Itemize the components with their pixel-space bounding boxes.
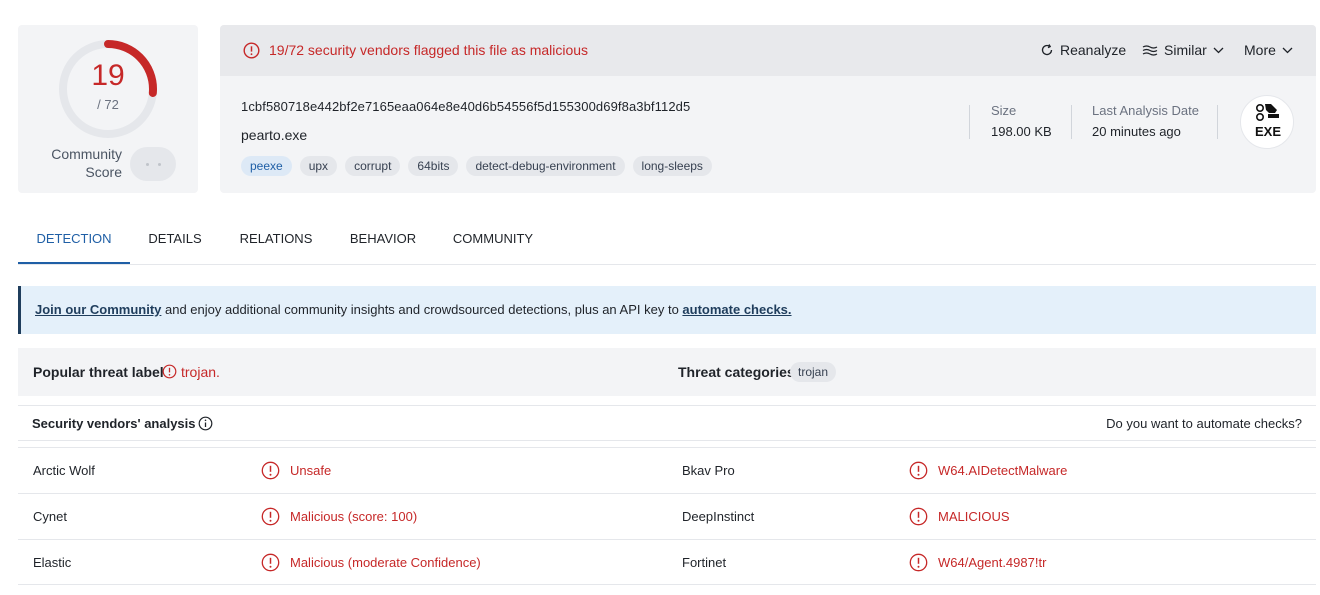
alert-circle-icon: [243, 42, 260, 59]
file-tag[interactable]: detect-debug-environment: [466, 156, 625, 176]
threat-categories-label: Threat categories: [678, 364, 795, 380]
table-row: Cynet Malicious (score: 100) DeepInstinc…: [18, 493, 1316, 539]
vendor-result: Unsafe: [290, 463, 332, 478]
vendor-result: MALICIOUS: [938, 509, 1010, 524]
join-community-link[interactable]: Join our Community: [35, 302, 161, 317]
chevron-down-icon: [1282, 47, 1293, 53]
vendor-result: W64/Agent.4987!tr: [938, 555, 1047, 570]
reanalyze-button[interactable]: Reanalyze: [1040, 42, 1126, 58]
similar-button[interactable]: Similar: [1142, 42, 1224, 58]
community-banner: Join our Community and enjoy additional …: [18, 286, 1316, 334]
last-analysis-value: 20 minutes ago: [1092, 124, 1181, 139]
file-summary-panel: 19/72 security vendors flagged this file…: [220, 25, 1316, 193]
vendor-result: Malicious (score: 100): [290, 509, 418, 524]
file-tag[interactable]: corrupt: [345, 156, 401, 176]
threat-category-tag[interactable]: trojan: [790, 362, 837, 382]
last-analysis-label: Last Analysis Date: [1092, 103, 1199, 118]
vendor-name: Fortinet: [682, 555, 727, 570]
vendor-name: Cynet: [33, 509, 67, 524]
vendor-name: Elastic: [33, 555, 72, 570]
file-name: pearto.exe: [241, 127, 308, 143]
table-row: Elastic Malicious (moderate Confidence) …: [18, 539, 1316, 585]
file-type-label: EXE: [1254, 124, 1281, 139]
vendor-result: Malicious (moderate Confidence): [290, 555, 481, 570]
vendor-name: DeepInstinct: [682, 509, 755, 524]
automate-checks-link[interactable]: automate checks.: [682, 302, 791, 317]
divider: [1217, 105, 1218, 139]
popular-threat-label: Popular threat label: [33, 364, 164, 380]
tab-community[interactable]: COMMUNITY: [444, 218, 542, 264]
size-label: Size: [991, 103, 1017, 118]
tab-detection[interactable]: DETECTION: [18, 218, 130, 264]
alert-circle-icon: [261, 461, 280, 480]
vendor-result: W64.AIDetectMalware: [938, 463, 1068, 478]
community-score-label: Community Score: [51, 146, 122, 180]
tab-relations[interactable]: RELATIONS: [230, 218, 322, 264]
file-tag[interactable]: long-sleeps: [632, 156, 712, 176]
file-tag[interactable]: peexe: [241, 156, 292, 176]
alert-circle-icon: [909, 507, 928, 526]
file-hash[interactable]: 1cbf580718e442bf2e7165eaa064e8e40d6b5455…: [241, 99, 690, 114]
tab-behavior[interactable]: BEHAVIOR: [340, 218, 426, 264]
alert-circle-icon: [909, 461, 928, 480]
chevron-down-icon: [1213, 47, 1224, 53]
vendors-analysis-header: Security vendors' analysis Do you want t…: [18, 405, 1316, 441]
more-button[interactable]: More: [1244, 42, 1293, 58]
file-tag[interactable]: 64bits: [408, 156, 459, 176]
detection-count: 19: [91, 59, 125, 92]
table-row: Arctic Wolf Unsafe Bkav Pro W64.AIDetect…: [18, 447, 1316, 493]
file-tag[interactable]: upx: [299, 156, 338, 176]
alert-circle-icon: [261, 507, 280, 526]
popular-threat-value[interactable]: trojan.: [181, 364, 220, 380]
alert-circle-icon: [162, 364, 177, 379]
alert-message: 19/72 security vendors flagged this file…: [269, 42, 589, 58]
detection-total: / 72: [97, 97, 119, 112]
divider: [969, 105, 970, 139]
vendors-table: Arctic Wolf Unsafe Bkav Pro W64.AIDetect…: [18, 447, 1316, 585]
community-score-toggle[interactable]: [130, 147, 176, 181]
vendor-name: Arctic Wolf: [33, 463, 95, 478]
alert-bar: 19/72 security vendors flagged this file…: [220, 25, 1316, 76]
threat-summary-row: Popular threat label trojan. Threat cate…: [18, 348, 1316, 396]
vendor-name: Bkav Pro: [682, 463, 735, 478]
file-tags: peexe upx corrupt 64bits detect-debug-en…: [241, 156, 712, 176]
tab-details[interactable]: DETAILS: [138, 218, 212, 264]
divider: [1071, 105, 1072, 139]
detection-gauge: 19 / 72: [56, 37, 160, 141]
gears-icon: [1256, 104, 1279, 121]
vendors-analysis-title: Security vendors' analysis: [32, 416, 196, 431]
size-value: 198.00 KB: [991, 124, 1052, 139]
alert-circle-icon: [909, 553, 928, 572]
similar-icon: [1142, 45, 1158, 56]
file-type-icon: EXE: [1240, 95, 1294, 149]
refresh-icon: [1041, 44, 1053, 56]
report-tabs: DETECTION DETAILS RELATIONS BEHAVIOR COM…: [18, 218, 1316, 265]
detection-score-card: 19 / 72 Community Score: [18, 25, 198, 193]
automate-checks-prompt[interactable]: Do you want to automate checks?: [1106, 416, 1302, 431]
alert-circle-icon: [261, 553, 280, 572]
info-icon[interactable]: [198, 416, 213, 431]
banner-text: Join our Community and enjoy additional …: [35, 302, 792, 317]
